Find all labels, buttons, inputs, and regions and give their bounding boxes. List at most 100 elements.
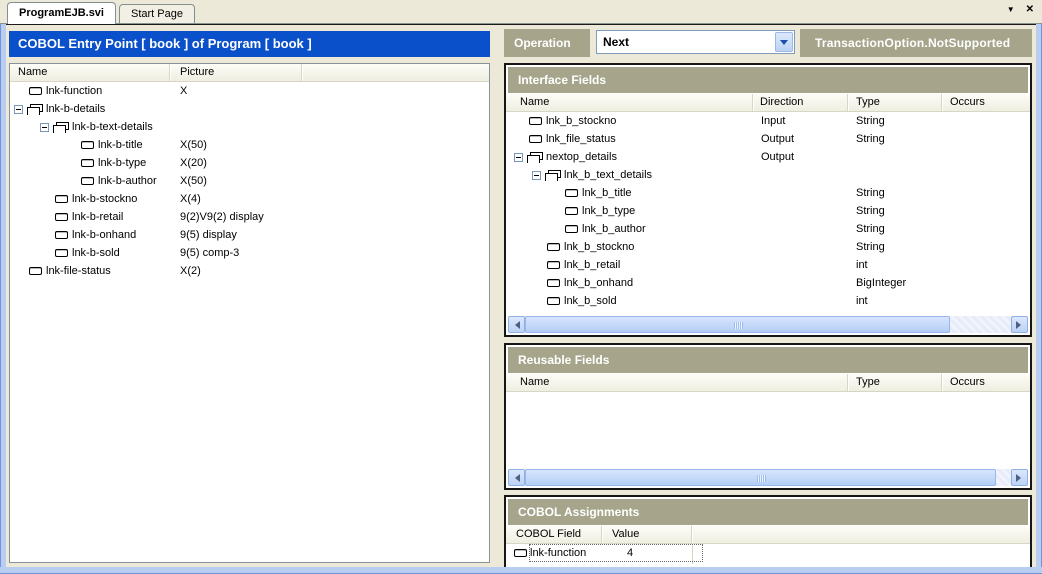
collapse-minus-icon[interactable] [532, 171, 541, 180]
interface-field-row[interactable]: lnk_b_type String [506, 202, 1030, 220]
type-cell: int [848, 259, 942, 271]
application-window: ProgramEJB.svi Start Page ▼ ✕ COBOL Entr… [0, 0, 1042, 574]
interface-field-row[interactable]: lnk_b_stocknoString [506, 238, 1030, 256]
window-menu-icon[interactable]: ▼ [1007, 3, 1015, 17]
group-icon [27, 104, 42, 115]
field-icon [565, 207, 578, 215]
column-header-occurs[interactable]: Occurs [942, 374, 1030, 391]
interface-field-row[interactable]: lnk_b_retail int [506, 256, 1030, 274]
tree-row[interactable]: lnk-functionX [10, 82, 489, 100]
arrow-right-icon [1016, 321, 1025, 329]
interface-fields-column-header: Name Direction Type Occurs [506, 94, 1030, 112]
tree-row[interactable]: lnk-b-typeX(20) [10, 154, 489, 172]
assignment-value[interactable]: 4 [603, 547, 633, 559]
field-icon [81, 177, 94, 185]
tree-item-label: lnk-function [46, 85, 102, 97]
assignment-field-label: lnk-function [530, 547, 603, 559]
scrollbar-track[interactable] [525, 469, 1011, 486]
type-cell: String [848, 115, 942, 127]
tab-start-page[interactable]: Start Page [119, 4, 195, 23]
tree-item-label: lnk_b_type [582, 205, 635, 217]
interface-field-row[interactable]: lnk_b_stocknoInputString [506, 112, 1030, 130]
column-header-occurs[interactable]: Occurs [942, 94, 1030, 111]
column-header-direction[interactable]: Direction [753, 94, 848, 111]
interface-field-row[interactable]: lnk_b_titleString [506, 184, 1030, 202]
reusable-fields-title: Reusable Fields [508, 347, 1028, 373]
interface-field-row[interactable]: lnk_file_statusOutputString [506, 130, 1030, 148]
column-header-picture[interactable]: Picture [170, 64, 302, 81]
type-cell: String [848, 133, 942, 145]
tree-name-cell: lnk_b_stockno [506, 115, 753, 127]
assignment-row[interactable]: lnk-function 4 [506, 545, 702, 561]
scroll-left-button[interactable] [508, 316, 525, 333]
field-icon [81, 159, 94, 167]
tree-name-cell: lnk_b_author [506, 223, 753, 235]
column-header-name[interactable]: Name [10, 64, 170, 81]
collapse-minus-icon[interactable] [14, 105, 23, 114]
collapse-minus-icon[interactable] [514, 153, 523, 162]
direction-cell: Output [753, 133, 848, 145]
column-header-cobol-field[interactable]: COBOL Field [506, 526, 602, 543]
dropdown-button[interactable] [775, 32, 793, 52]
scroll-left-button[interactable] [508, 469, 525, 486]
tree-row[interactable]: lnk-b-text-details [10, 118, 489, 136]
arrow-right-icon [1016, 474, 1025, 482]
tree-row[interactable]: lnk-b-stocknoX(4) [10, 190, 489, 208]
interface-field-row[interactable]: lnk_b_onhandBigInteger [506, 274, 1030, 292]
field-icon [547, 243, 560, 251]
tree-name-cell: lnk-b-onhand [10, 229, 170, 241]
tree-item-label: lnk_b_title [582, 187, 632, 199]
interface-fields-group: Interface Fields Name Direction Type Occ… [504, 63, 1032, 337]
interface-field-row[interactable]: lnk_b_authorString [506, 220, 1030, 238]
operation-label: Operation [504, 29, 590, 57]
cobol-entry-point-title: COBOL Entry Point [ book ] of Program [ … [9, 31, 490, 57]
direction-cell: Input [753, 115, 848, 127]
scrollbar-track[interactable] [525, 316, 1011, 333]
tree-item-label: lnk-b-stockno [72, 193, 137, 205]
column-header-name[interactable]: Name [506, 94, 753, 111]
selected-cell-focus[interactable]: lnk-function 4 [530, 545, 702, 561]
interface-field-row[interactable]: lnk_b_soldint [506, 292, 1030, 310]
tree-row[interactable]: lnk-b-details [10, 100, 489, 118]
column-header-value[interactable]: Value [602, 526, 692, 543]
tree-name-cell: lnk-b-type [10, 157, 170, 169]
type-cell: String [848, 205, 942, 217]
tree-row[interactable]: lnk-b-authorX(50) [10, 172, 489, 190]
tree-row[interactable]: lnk-b-titleX(50) [10, 136, 489, 154]
tab-programejb-svi[interactable]: ProgramEJB.svi [7, 2, 116, 24]
picture-cell: 9(5) display [170, 229, 302, 241]
close-icon[interactable]: ✕ [1026, 3, 1034, 17]
collapse-minus-icon[interactable] [40, 123, 49, 132]
tree-item-label: lnk-b-author [98, 175, 157, 187]
field-icon [81, 141, 94, 149]
scrollbar-thumb[interactable] [525, 316, 950, 333]
interface-field-row[interactable]: lnk_b_text_details [506, 166, 1030, 184]
field-icon [55, 213, 68, 221]
column-header-filler [302, 64, 489, 81]
column-header-type[interactable]: Type [848, 94, 942, 111]
tree-row[interactable]: lnk-b-onhand9(5) display [10, 226, 489, 244]
field-icon [547, 261, 560, 269]
tree-name-cell: lnk_b_title [506, 187, 753, 199]
operation-dropdown[interactable]: Next [596, 30, 795, 54]
tree-name-cell: lnk_b_text_details [506, 169, 753, 181]
tree-item-label: lnk_b_sold [564, 295, 617, 307]
scroll-right-button[interactable] [1011, 316, 1028, 333]
group-icon [53, 122, 68, 133]
column-header-name[interactable]: Name [506, 374, 848, 391]
field-icon [529, 135, 542, 143]
tree-row[interactable]: lnk-file-statusX(2) [10, 262, 489, 280]
transaction-option-label: TransactionOption.NotSupported [800, 29, 1032, 57]
tree-row[interactable]: lnk-b-sold9(5) comp-3 [10, 244, 489, 262]
interface-field-row[interactable]: nextop_detailsOutput [506, 148, 1030, 166]
tree-row[interactable]: lnk-b-retail9(2)V9(2) display [10, 208, 489, 226]
interface-fields-hscrollbar [508, 316, 1028, 333]
scrollbar-thumb[interactable] [525, 469, 996, 486]
column-header-type[interactable]: Type [848, 374, 942, 391]
tree-name-cell: lnk-b-stockno [10, 193, 170, 205]
picture-cell: X(50) [170, 139, 302, 151]
tree-name-cell: lnk_b_retail [506, 259, 753, 271]
field-icon [529, 117, 542, 125]
scroll-right-button[interactable] [1011, 469, 1028, 486]
operation-dropdown-value: Next [597, 35, 774, 49]
